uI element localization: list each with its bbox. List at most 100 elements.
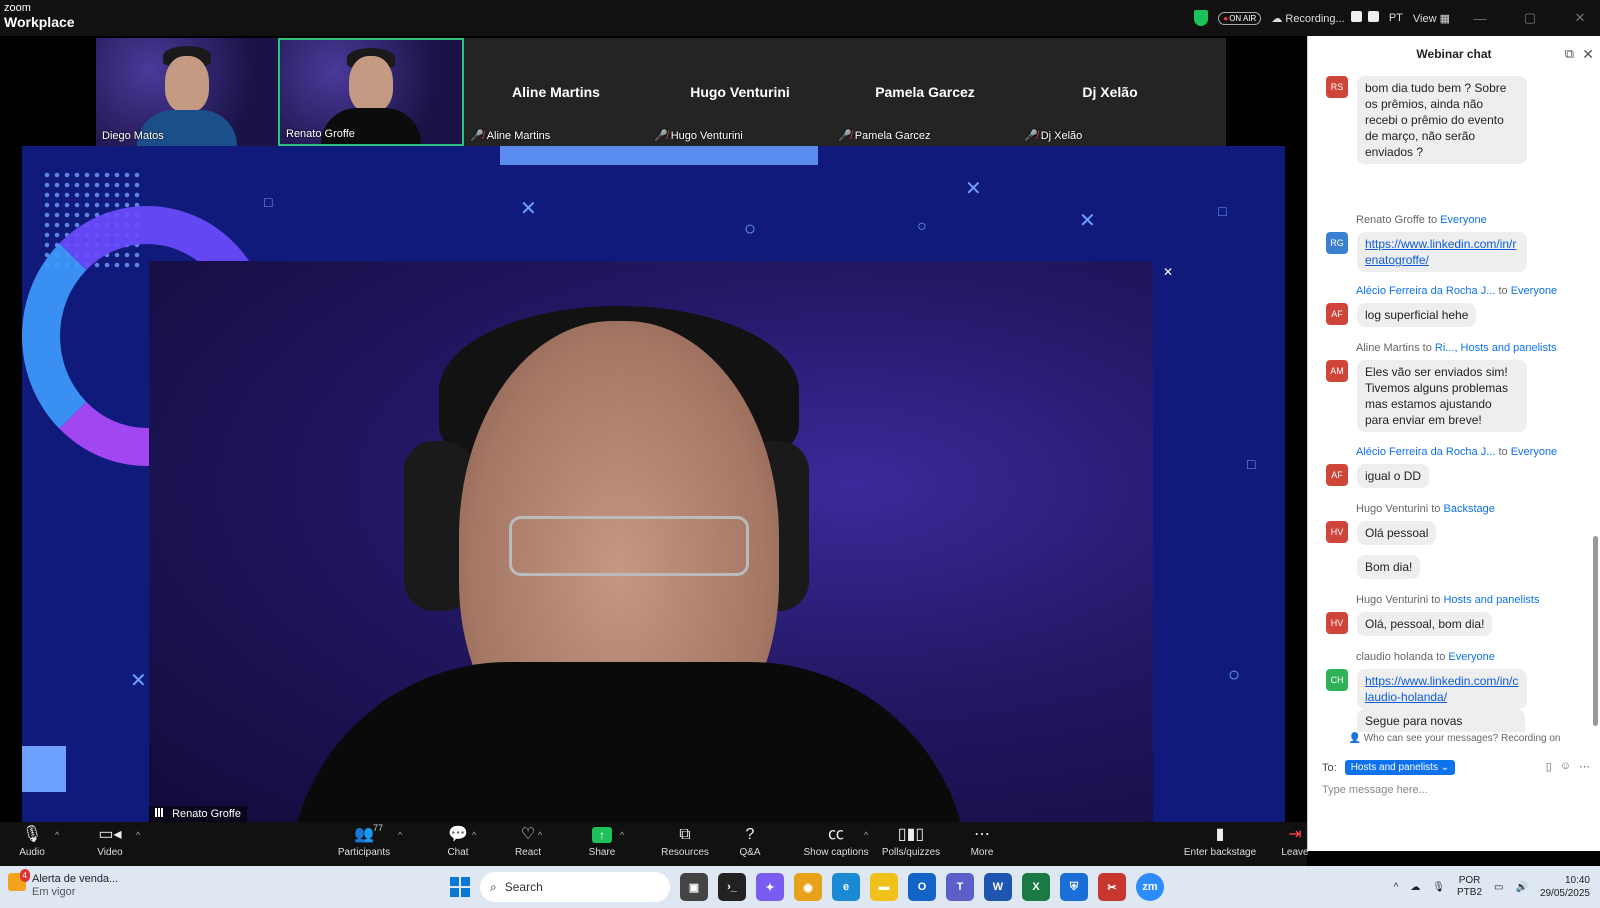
decorative-cross-icon: ✕: [520, 198, 537, 220]
minimize-button[interactable]: —: [1460, 11, 1500, 26]
share-button[interactable]: ↑ Share: [582, 822, 622, 866]
alert-title: Alerta de venda...: [32, 873, 119, 885]
excel-icon[interactable]: X: [1022, 873, 1050, 901]
main-video[interactable]: Renato Groffe: [149, 261, 1153, 822]
message-text: Olá, pessoal, bom dia!: [1357, 612, 1493, 636]
decorative-circle-icon: ○: [744, 218, 757, 240]
pause-recording-icon[interactable]: [1350, 11, 1362, 22]
audio-button[interactable]: 🎙 Audio: [12, 822, 52, 866]
message-link[interactable]: https://www.linkedin.com/in/renatogroffe…: [1365, 237, 1516, 267]
language-button[interactable]: PT: [1389, 12, 1403, 24]
view-button[interactable]: View ▦: [1413, 12, 1450, 25]
volume-icon[interactable]: 🔊: [1515, 882, 1527, 893]
participant-display-name: Aline Martins: [512, 84, 600, 100]
more-button[interactable]: ⋯ More: [962, 822, 1002, 866]
enter-backstage-button[interactable]: ▮ Enter backstage: [1180, 822, 1260, 866]
participant-tile[interactable]: Dj Xelão 🎤̸ Dj Xelão: [1018, 38, 1202, 146]
chrome-icon[interactable]: ◉: [794, 873, 822, 901]
snipping-tool-icon[interactable]: ✂: [1098, 873, 1126, 901]
windows-start-icon[interactable]: [450, 877, 470, 897]
onedrive-icon[interactable]: ☁: [1410, 882, 1420, 893]
view-label: View: [1412, 12, 1437, 25]
sender-name: Aline Martins: [1356, 342, 1420, 354]
microphone-tray-icon[interactable]: 🎙: [1432, 882, 1445, 893]
pop-out-icon[interactable]: ⧉: [1565, 36, 1574, 72]
react-options-caret[interactable]: ^: [538, 830, 542, 840]
share-options-caret[interactable]: ^: [620, 830, 624, 840]
close-overlay-icon[interactable]: ✕: [1163, 265, 1173, 279]
zoom-logo: zoom Workplace: [4, 3, 75, 30]
copilot-icon[interactable]: ✦: [756, 873, 784, 901]
leave-button[interactable]: ⇥ Leave: [1275, 822, 1315, 866]
qa-button[interactable]: ? Q&A: [730, 822, 770, 866]
teams-icon[interactable]: T: [946, 873, 974, 901]
participant-display-name: Pamela Garcez: [875, 84, 975, 100]
participant-tile[interactable]: Hugo Venturini 🎤̸ Hugo Venturini: [648, 38, 832, 146]
polls-button[interactable]: ▯▮▯ Polls/quizzes: [878, 822, 944, 866]
file-icon[interactable]: ▯: [1546, 760, 1552, 773]
network-icon[interactable]: ▭: [1494, 882, 1503, 893]
clock[interactable]: 10:40 29/05/2025: [1540, 874, 1590, 900]
task-view-icon[interactable]: ▣: [680, 873, 708, 901]
chat-scrollbar[interactable]: [1593, 536, 1598, 726]
file-explorer-icon[interactable]: ▬: [870, 873, 898, 901]
input-language[interactable]: POR PTB2: [1457, 875, 1482, 899]
recording-status: ☁ Recording...: [1271, 11, 1379, 25]
recording-label: Recording...: [1285, 13, 1345, 25]
react-button[interactable]: ♡ React: [508, 822, 548, 866]
terminal-icon[interactable]: ›_: [718, 873, 746, 901]
sender-name: Hugo Venturini: [1356, 503, 1429, 515]
show-hidden-icons[interactable]: ^: [1394, 882, 1399, 893]
edge-icon[interactable]: e: [832, 873, 860, 901]
participants-count: 77: [373, 823, 384, 833]
bar-chart-icon: ▯▮▯: [897, 826, 925, 843]
mic-muted-icon: 🎤̸: [654, 130, 668, 142]
word-icon[interactable]: W: [984, 873, 1012, 901]
to-label: To:: [1322, 761, 1337, 774]
show-captions-button[interactable]: ㏄ Show captions: [796, 822, 876, 866]
avatar: AF: [1326, 303, 1348, 325]
message-link[interactable]: https://www.linkedin.com/in/claudio-hola…: [1365, 674, 1518, 704]
microphone-icon: 🎙: [21, 826, 43, 843]
weather-alert-widget[interactable]: 4 Alerta de venda... Em vigor: [8, 869, 119, 899]
stop-recording-icon[interactable]: [1367, 11, 1379, 22]
video-options-caret[interactable]: ^: [136, 830, 140, 840]
participant-tile[interactable]: Aline Martins 🎤̸ Aline Martins: [464, 38, 648, 146]
message-input[interactable]: Type message here...: [1322, 784, 1428, 796]
close-chat-icon[interactable]: ✕: [1582, 36, 1594, 72]
defender-icon[interactable]: ⛨: [1060, 873, 1088, 901]
participant-tile[interactable]: Pamela Garcez 🎤̸ Pamela Garcez: [832, 38, 1018, 146]
chat-button[interactable]: 💬 Chat: [438, 822, 478, 866]
sender-name: claudio holanda: [1356, 651, 1434, 663]
maximize-button[interactable]: ▢: [1510, 10, 1550, 26]
captions-options-caret[interactable]: ^: [864, 830, 868, 840]
chat-options-caret[interactable]: ^: [472, 830, 476, 840]
resources-button[interactable]: ⧉ Resources: [650, 822, 720, 866]
signal-strength-icon: [155, 808, 165, 817]
decorative-cross-icon: ✕: [965, 178, 982, 200]
participants-options-caret[interactable]: ^: [398, 830, 402, 840]
avatar: HV: [1326, 612, 1348, 634]
decorative-circle-icon: ○: [1228, 664, 1241, 686]
taskbar-search[interactable]: ⌕ Search: [480, 872, 670, 902]
chat-messages[interactable]: RS bom dia tudo bem ? Sobre os prêmios, …: [1308, 72, 1588, 732]
message-text: Olá pessoal: [1357, 521, 1437, 545]
leave-icon: ⇥: [1288, 826, 1302, 843]
speaker-label: Renato Groffe: [149, 806, 247, 822]
security-shield-icon[interactable]: [1194, 10, 1209, 26]
participants-icon: 👥: [354, 826, 374, 843]
zoom-app-icon[interactable]: zm: [1136, 873, 1164, 901]
participant-tile[interactable]: Diego Matos: [96, 38, 278, 146]
recipient-dropdown[interactable]: Hosts and panelists ⌄: [1344, 760, 1456, 775]
audio-options-caret[interactable]: ^: [55, 830, 59, 840]
participant-tile-active[interactable]: Renato Groffe: [278, 38, 464, 146]
participant-name: Renato Groffe: [286, 128, 355, 140]
more-options-icon[interactable]: ⋯: [1579, 760, 1590, 773]
avatar: AM: [1326, 360, 1348, 382]
emoji-icon[interactable]: ☺: [1560, 760, 1571, 773]
outlook-icon[interactable]: O: [908, 873, 936, 901]
close-window-button[interactable]: ✕: [1560, 10, 1600, 26]
participants-button[interactable]: 👥 77 Participants: [332, 822, 396, 866]
video-button[interactable]: ▭◂ Video: [90, 822, 130, 866]
chat-visibility-notice[interactable]: 👤 Who can see your messages? Recording o…: [1308, 733, 1600, 744]
